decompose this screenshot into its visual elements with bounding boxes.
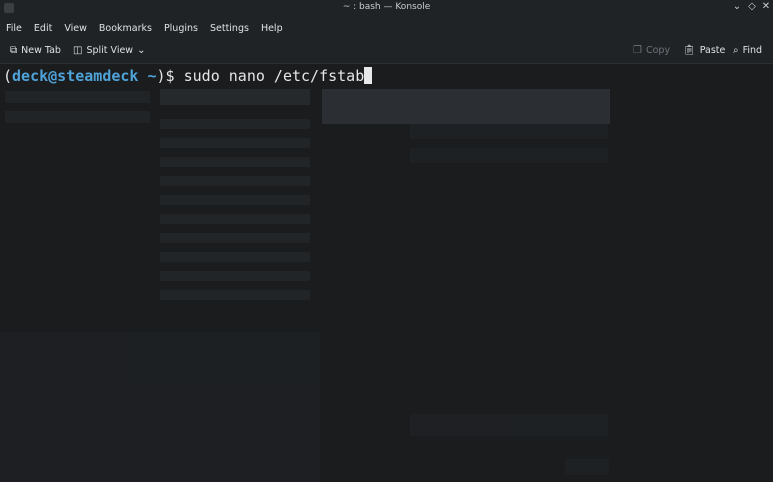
- menu-plugins[interactable]: Plugins: [164, 23, 198, 34]
- paste-button[interactable]: 📋︎ Paste: [683, 45, 725, 56]
- new-tab-button[interactable]: ⧉ New Tab: [10, 45, 61, 56]
- close-icon[interactable]: ✕: [759, 1, 773, 12]
- menu-file[interactable]: File: [6, 23, 22, 34]
- maximize-icon[interactable]: ◇: [745, 1, 759, 12]
- window-title: ~ : bash — Konsole: [342, 2, 431, 12]
- copy-icon: ❐: [633, 45, 642, 56]
- copy-label: Copy: [645, 45, 671, 56]
- search-icon: ⌕: [733, 45, 739, 56]
- find-button[interactable]: ⌕ Find: [733, 45, 762, 56]
- menu-bar: File Edit View Bookmarks Plugins Setting…: [0, 17, 773, 39]
- translucent-background-window: [0, 64, 773, 482]
- menu-edit[interactable]: Edit: [34, 23, 52, 34]
- terminal-view[interactable]: (deck@steamdeck ~)$ sudo nano /etc/fstab: [0, 64, 773, 482]
- split-view-label: Split View: [86, 45, 134, 56]
- menu-settings[interactable]: Settings: [210, 23, 249, 34]
- menu-bookmarks[interactable]: Bookmarks: [99, 23, 152, 34]
- new-tab-label: New Tab: [21, 45, 61, 56]
- new-tab-icon: ⧉: [10, 45, 18, 56]
- split-view-icon: ◫: [73, 45, 83, 56]
- shell-prompt-line: (deck@steamdeck ~)$ sudo nano /etc/fstab: [3, 67, 373, 85]
- prompt-close: )$: [156, 67, 184, 85]
- split-view-button[interactable]: ◫ Split View ⌄: [73, 45, 145, 56]
- paste-icon: 📋︎: [683, 45, 696, 56]
- title-bar: ~ : bash — Konsole ⌄ ◇ ✕: [0, 0, 773, 17]
- minimize-icon[interactable]: ⌄: [730, 1, 744, 12]
- typed-command: sudo nano /etc/fstab: [183, 67, 365, 85]
- prompt-user-host: deck@steamdeck: [12, 67, 139, 85]
- text-cursor: [364, 67, 373, 84]
- copy-button[interactable]: ❐ Copy: [633, 45, 670, 56]
- find-label: Find: [742, 45, 763, 56]
- menu-view[interactable]: View: [64, 23, 87, 34]
- toolbar: ⧉ New Tab ◫ Split View ⌄ ❐ Copy 📋︎ Paste…: [0, 39, 773, 64]
- chevron-down-icon: ⌄: [137, 45, 146, 56]
- menu-help[interactable]: Help: [261, 23, 283, 34]
- prompt-directory: ~: [147, 67, 157, 85]
- prompt-open-paren: (: [3, 67, 13, 85]
- paste-label: Paste: [699, 45, 726, 56]
